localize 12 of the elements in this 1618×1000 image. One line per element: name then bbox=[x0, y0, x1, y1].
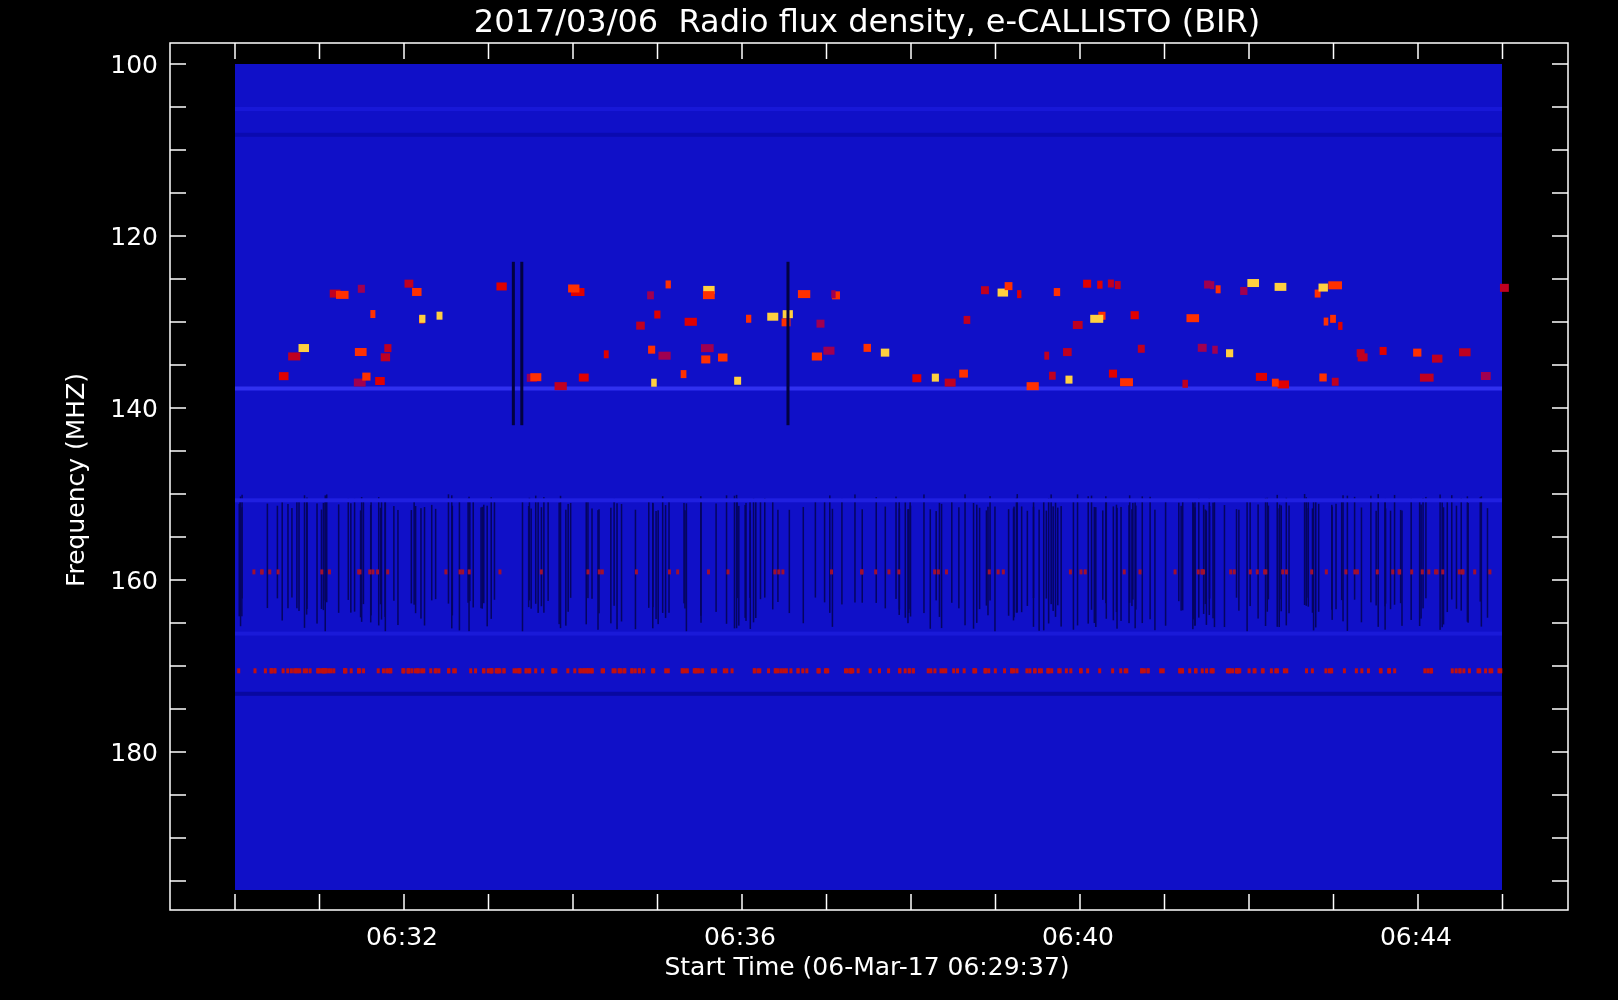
y-tick-label: 160 bbox=[110, 566, 158, 595]
y-tick-label: 140 bbox=[110, 394, 158, 423]
chart-title: 2017/03/06 Radio flux density, e-CALLISTO (BIR) bbox=[473, 2, 1261, 40]
y-axis-label: Frequency (MHZ) bbox=[61, 372, 90, 588]
x-axis-label: Start Time (06-Mar-17 06:29:37) bbox=[664, 952, 1070, 981]
y-tick-label: 100 bbox=[110, 50, 158, 79]
y-tick-label: 180 bbox=[110, 738, 158, 767]
x-tick-label: 06:32 bbox=[366, 922, 438, 951]
x-tick-label: 06:44 bbox=[1380, 922, 1452, 951]
y-tick-label: 120 bbox=[110, 222, 158, 251]
x-tick-label: 06:40 bbox=[1042, 922, 1114, 951]
x-tick-label: 06:36 bbox=[704, 922, 776, 951]
